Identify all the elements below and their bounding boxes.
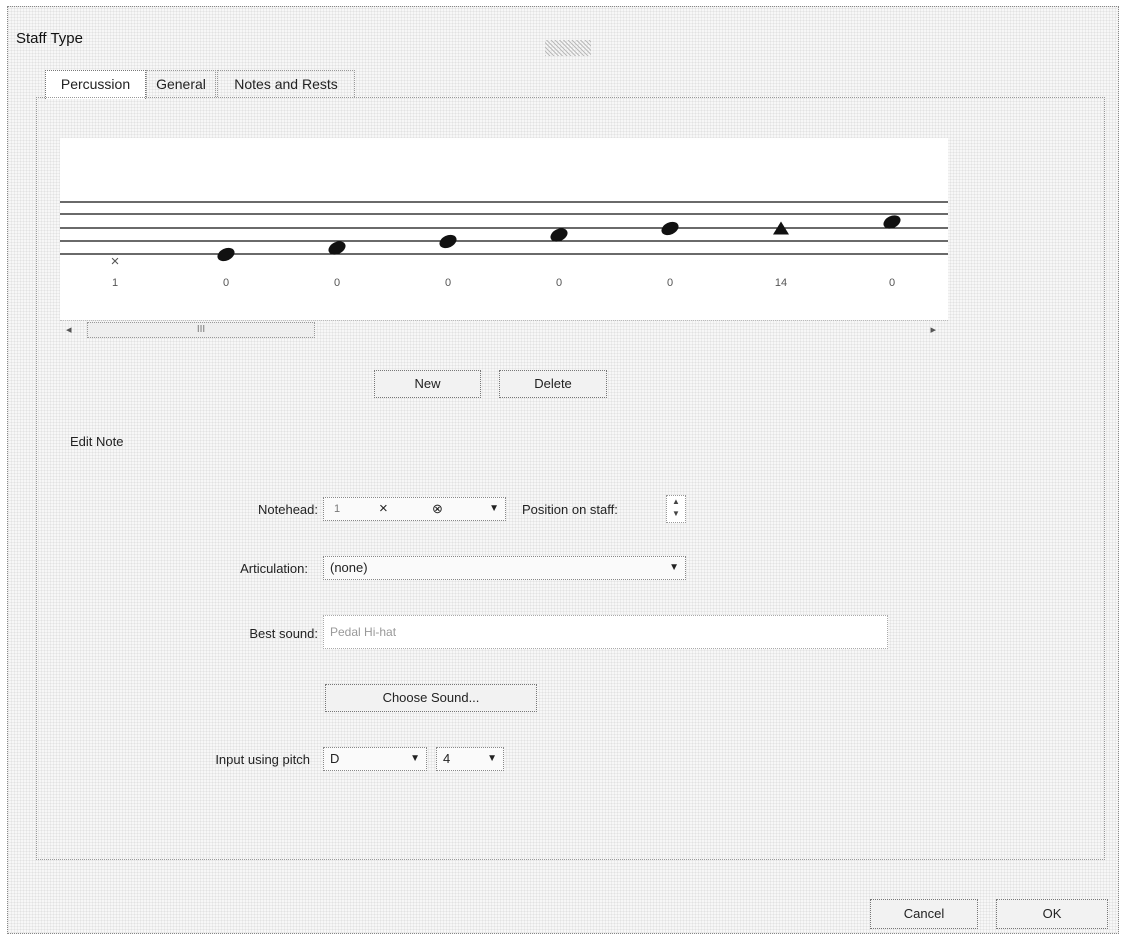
chevron-down-icon: ▼ xyxy=(487,753,497,764)
scrollbar-thumb[interactable]: III xyxy=(87,322,315,338)
notehead-option-circle-x: ⊗ xyxy=(432,501,443,516)
notehead-option-cross: × xyxy=(379,500,388,517)
dialog-title: Staff Type xyxy=(16,30,83,47)
note-index-label: 0 xyxy=(223,277,229,289)
articulation-label: Articulation: xyxy=(240,561,308,576)
pitch-octave-value: 4 xyxy=(443,751,451,766)
input-using-pitch-label: Input using pitch xyxy=(215,752,310,767)
tab-notes-and-rests[interactable]: Notes and Rests xyxy=(217,70,355,97)
notehead-label: Notehead: xyxy=(258,502,318,517)
note-head-icon[interactable] xyxy=(437,232,458,250)
note-head-icon[interactable] xyxy=(215,245,236,263)
percussion-staff-view[interactable]: × 1 0 0 0 0 0 14 0 xyxy=(60,138,948,320)
note-index-label: 0 xyxy=(445,277,451,289)
note-index-label: 14 xyxy=(775,277,787,289)
best-sound-label: Best sound: xyxy=(249,626,318,641)
choose-sound-button[interactable]: Choose Sound... xyxy=(325,684,537,712)
edit-note-heading: Edit Note xyxy=(70,434,124,449)
pitch-note-value: D xyxy=(330,751,340,766)
chevron-down-icon: ▼ xyxy=(489,503,499,514)
pitch-octave-combobox[interactable]: 4 ▼ xyxy=(436,747,504,771)
ok-button[interactable]: OK xyxy=(996,899,1108,929)
notehead-option-1: 1 xyxy=(334,503,341,515)
chevron-down-icon: ▼ xyxy=(410,753,420,764)
note-index-label: 0 xyxy=(556,277,562,289)
note-index-label: 0 xyxy=(667,277,673,289)
note-head-icon[interactable] xyxy=(659,219,680,237)
spin-down-icon[interactable]: ▼ xyxy=(667,508,685,520)
scroll-left-arrow-icon[interactable]: ◂ xyxy=(66,323,72,336)
note-index-label: 1 xyxy=(112,277,118,289)
note-index-label: 0 xyxy=(889,277,895,289)
staff-notation[interactable]: × 1 0 0 0 0 0 14 0 xyxy=(60,138,948,320)
tab-general[interactable]: General xyxy=(146,70,216,97)
articulation-value: (none) xyxy=(330,560,368,575)
note-head-x-icon[interactable]: × xyxy=(111,253,120,270)
tab-percussion[interactable]: Percussion xyxy=(45,70,146,99)
position-on-staff-spinner[interactable]: ▲ ▼ xyxy=(666,495,686,523)
pitch-note-combobox[interactable]: D ▼ xyxy=(323,747,427,771)
staff-horizontal-scrollbar[interactable]: ◂ III ▸ xyxy=(60,320,948,338)
notehead-combobox[interactable]: 1 × ⊗ ▼ xyxy=(323,497,506,521)
scroll-right-arrow-icon[interactable]: ▸ xyxy=(930,323,936,336)
delete-button[interactable]: Delete xyxy=(499,370,607,398)
articulation-combobox[interactable]: (none) ▼ xyxy=(323,556,686,580)
cancel-button[interactable]: Cancel xyxy=(870,899,978,929)
title-bar-grip[interactable] xyxy=(545,40,591,56)
note-index-label: 0 xyxy=(334,277,340,289)
chevron-down-icon: ▼ xyxy=(669,562,679,573)
best-sound-field: Pedal Hi-hat xyxy=(323,615,888,649)
spin-up-icon[interactable]: ▲ xyxy=(667,496,685,508)
position-on-staff-label: Position on staff: xyxy=(522,502,618,517)
new-button[interactable]: New xyxy=(374,370,481,398)
